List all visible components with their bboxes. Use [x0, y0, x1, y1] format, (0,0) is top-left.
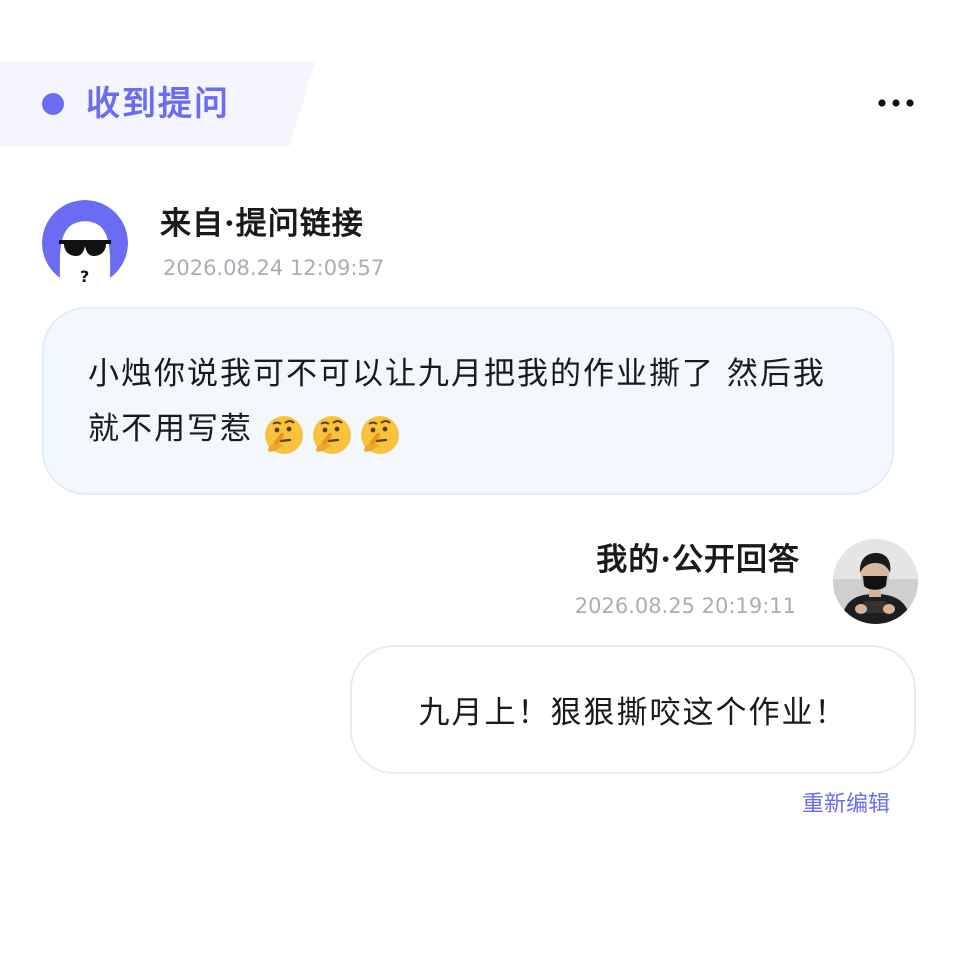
anonymous-sunglasses-avatar-icon: ?	[42, 200, 128, 286]
thinking-face-icon	[361, 415, 400, 454]
more-options-button[interactable]	[876, 86, 916, 120]
answer-bubble: 九月上！狠狠撕咬这个作业！	[350, 645, 916, 774]
more-horizontal-icon	[878, 99, 914, 107]
answerer-avatar	[833, 539, 918, 624]
question-timestamp: 2026.08.24 12:09:57	[163, 256, 385, 280]
asker-avatar: ?	[42, 200, 128, 286]
question-bubble: 小烛你说我可不可以让九月把我的作业撕了 然后我就不用写惹	[42, 307, 894, 495]
answer-timestamp: 2026.08.25 20:19:11	[574, 594, 796, 618]
question-sender-label: 来自·提问链接	[160, 206, 364, 242]
question-text: 小烛你说我可不可以让九月把我的作业撕了 然后我就不用写惹	[88, 356, 826, 447]
answer-sender-label: 我的·公开回答	[596, 542, 800, 578]
thinking-face-icon	[313, 415, 352, 454]
page-title: 收到提问	[86, 84, 230, 124]
answer-text: 九月上！狠狠撕咬这个作业！	[418, 695, 848, 731]
svg-text:?: ?	[80, 267, 89, 286]
header-dot-icon	[42, 93, 64, 115]
thinking-face-icon	[265, 415, 304, 454]
emoji-row	[262, 413, 402, 457]
user-photo-avatar-icon	[833, 539, 918, 624]
reedit-button[interactable]: 重新编辑	[802, 786, 890, 818]
